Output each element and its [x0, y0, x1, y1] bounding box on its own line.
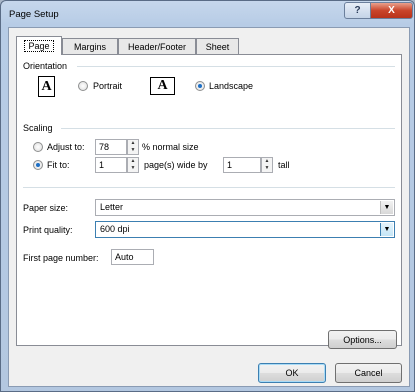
fit-tall-suffix: tall — [278, 160, 290, 170]
options-button[interactable]: Options... — [328, 330, 397, 349]
fit-wide-suffix: page(s) wide by — [144, 160, 208, 170]
paper-size-select[interactable]: Letter ▼ — [95, 199, 395, 216]
adjust-to-value: 78 — [99, 142, 110, 152]
spin-up-icon[interactable]: ▲ — [128, 140, 138, 147]
spin-up-icon[interactable]: ▲ — [128, 158, 138, 165]
page-tab-panel: Orientation A Portrait A Landscape Scali… — [16, 54, 402, 349]
dialog-title: Page Setup — [9, 9, 59, 20]
first-page-number-input[interactable]: Auto — [111, 249, 154, 265]
paper-size-value: Letter — [100, 202, 124, 212]
ok-button[interactable]: OK — [258, 363, 326, 383]
portrait-label: Portrait — [93, 81, 123, 91]
landscape-icon-letter: A — [157, 78, 168, 93]
portrait-icon-letter: A — [41, 78, 52, 94]
chevron-down-icon[interactable]: ▼ — [380, 201, 393, 214]
title-bar[interactable]: Page Setup ? X — [1, 1, 414, 27]
print-quality-select[interactable]: 600 dpi ▼ — [95, 221, 395, 238]
chevron-down-icon[interactable]: ▼ — [380, 223, 393, 236]
spin-down-icon[interactable]: ▼ — [128, 147, 138, 154]
tab-sheet-label: Sheet — [205, 41, 230, 52]
adjust-to-label: Adjust to: — [47, 142, 85, 152]
cancel-button-label: Cancel — [354, 368, 383, 378]
tab-header-footer-label: Header/Footer — [127, 41, 187, 52]
tab-sheet[interactable]: Sheet — [196, 38, 239, 54]
tab-margins[interactable]: Margins — [62, 38, 118, 54]
spin-up-icon[interactable]: ▲ — [262, 158, 272, 165]
portrait-radio[interactable] — [78, 81, 88, 91]
fit-wide-value: 1 — [99, 160, 105, 170]
print-quality-value: 600 dpi — [100, 224, 130, 234]
page-setup-dialog: Page Setup ? X Page Margins Header/Foote… — [0, 0, 415, 392]
adjust-to-radio[interactable] — [33, 142, 43, 152]
adjust-to-input[interactable]: 78 — [95, 139, 127, 155]
tab-page-label: Page — [24, 40, 54, 52]
tab-margins-label: Margins — [73, 41, 106, 52]
close-button[interactable]: X — [370, 2, 413, 19]
fit-wide-spinner[interactable]: ▲ ▼ — [127, 157, 139, 173]
cancel-button[interactable]: Cancel — [335, 363, 402, 383]
scaling-divider — [61, 128, 395, 129]
fit-tall-input[interactable]: 1 — [223, 157, 261, 173]
spin-down-icon[interactable]: ▼ — [128, 165, 138, 172]
fit-tall-spinner[interactable]: ▲ ▼ — [261, 157, 273, 173]
fit-to-radio[interactable] — [33, 160, 43, 170]
portrait-page-icon: A — [38, 76, 57, 99]
dialog-body: Page Margins Header/Footer Sheet Orienta… — [8, 27, 410, 387]
adjust-to-spinner[interactable]: ▲ ▼ — [127, 139, 139, 155]
fit-tall-value: 1 — [227, 160, 233, 170]
landscape-radio[interactable] — [195, 81, 205, 91]
help-icon: ? — [354, 5, 361, 16]
fit-wide-input[interactable]: 1 — [95, 157, 127, 173]
tab-header-footer[interactable]: Header/Footer — [118, 38, 196, 54]
print-quality-label: Print quality: — [23, 225, 73, 235]
landscape-page-icon: A — [150, 77, 177, 97]
first-page-number-value: Auto — [115, 252, 134, 262]
scaling-group-label: Scaling — [23, 123, 53, 133]
landscape-label: Landscape — [209, 81, 254, 91]
orientation-group-label: Orientation — [23, 61, 68, 71]
orientation-divider — [77, 66, 395, 67]
scaling-bottom-divider — [23, 187, 395, 188]
close-icon: X — [388, 5, 395, 16]
options-button-label: Options... — [343, 334, 382, 345]
spin-down-icon[interactable]: ▼ — [262, 165, 272, 172]
paper-size-label: Paper size: — [23, 203, 69, 213]
tab-page[interactable]: Page — [16, 36, 62, 55]
adjust-to-suffix: % normal size — [142, 142, 199, 152]
ok-button-label: OK — [285, 368, 299, 378]
fit-to-label: Fit to: — [47, 160, 70, 170]
first-page-number-label: First page number: — [23, 253, 99, 263]
help-button[interactable]: ? — [344, 2, 371, 19]
